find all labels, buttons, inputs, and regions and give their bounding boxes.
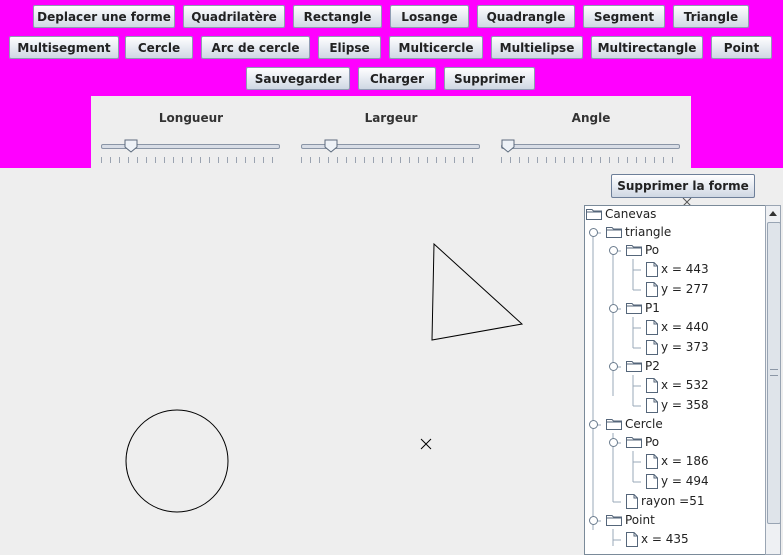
folder-icon [626,361,642,372]
document-icon [646,473,658,489]
document-icon [646,261,658,277]
tree-scrollbar[interactable] [765,205,781,555]
tree-node-canevas[interactable]: Canevas [586,205,656,223]
multicercle-button[interactable]: Multicercle [389,36,483,59]
point-marker [420,438,432,450]
cercle-button[interactable]: Cercle [125,36,193,59]
folder-icon [626,245,642,256]
tree-node-label: P1 [645,301,660,315]
multielipse-button[interactable]: Multielipse [491,36,583,59]
arc-de-cercle-button[interactable]: Arc de cercle [201,36,310,59]
tree-leaf-p0-x[interactable]: x = 443 [646,260,709,278]
expander-p0-icon[interactable] [609,246,618,255]
tree-leaf-p2-y[interactable]: y = 358 [646,396,709,414]
tree-leaf-c0-x[interactable]: x = 186 [646,452,709,470]
multisegment-button[interactable]: Multisegment [9,36,119,59]
tree-node-label: Point [625,513,655,527]
charger-button[interactable]: Charger [358,67,436,90]
tree-node-cercle[interactable]: Cercle [606,415,663,433]
tree-node-label: Canevas [605,207,657,221]
losange-button[interactable]: Losange [390,5,469,28]
folder-icon [586,209,602,220]
document-icon [646,377,658,393]
scroll-up-arrow-icon[interactable] [766,206,780,220]
folder-icon [606,227,622,238]
quadrilatere-button[interactable]: Quadrilatère [183,5,285,28]
folder-icon [606,419,622,430]
tree-leaf-rayon[interactable]: rayon =51 [626,492,704,510]
tree-leaf-label: x = 443 [661,262,709,276]
tree-leaf-p1-x[interactable]: x = 440 [646,318,709,336]
sauvegarder-button[interactable]: Sauvegarder [246,67,350,90]
tree-leaf-label: y = 358 [661,398,709,412]
expander-p1-icon[interactable] [609,304,618,313]
angle-slider[interactable] [501,144,680,149]
folder-icon [606,515,622,526]
deplacer-forme-button[interactable]: Deplacer une forme [33,5,175,28]
tree-node-cercle-p0[interactable]: Po [626,433,659,451]
supprimer-forme-button[interactable]: Supprimer la forme [611,174,755,198]
tree-leaf-p1-y[interactable]: y = 373 [646,338,709,356]
tree-node-point[interactable]: Point [606,511,655,529]
tree-leaf-point-x[interactable]: x = 435 [626,530,689,548]
tree-leaf-label: y = 373 [661,340,709,354]
quadrangle-button[interactable]: Quadrangle [477,5,575,28]
document-icon [646,281,658,297]
tree-leaf-label: x = 186 [661,454,709,468]
tree-node-p1[interactable]: P1 [626,299,660,317]
angle-label: Angle [571,111,611,125]
largeur-slider-thumb[interactable] [324,139,338,153]
largeur-ticks [301,157,479,163]
supprimer-button[interactable]: Supprimer [444,67,535,90]
folder-icon [626,303,642,314]
point-button[interactable]: Point [711,36,772,59]
tree-leaf-label: x = 440 [661,320,709,334]
expander-triangle-icon[interactable] [589,228,598,237]
triangle-shape [431,242,524,341]
tree-leaf-label: rayon =51 [641,494,705,508]
expander-cercle-icon[interactable] [589,420,598,429]
document-icon [646,339,658,355]
expander-point-icon[interactable] [589,516,598,525]
tree-leaf-p2-x[interactable]: x = 532 [646,376,709,394]
expander-p2-icon[interactable] [609,362,618,371]
longueur-label: Longueur [158,111,224,125]
longueur-slider-thumb[interactable] [124,139,138,153]
grip-icon [770,369,778,376]
tree-node-label: triangle [625,225,672,239]
segment-button[interactable]: Segment [583,5,665,28]
tree-node-label: P2 [645,359,660,373]
expander-c0-icon[interactable] [609,438,618,447]
tree-leaf-label: y = 494 [661,474,709,488]
document-icon [646,453,658,469]
slider-panel: Longueur Largeur Angle [91,96,691,168]
tree-node-p2[interactable]: P2 [626,357,660,375]
circle-shape [125,409,229,513]
angle-ticks [501,157,679,163]
tree-node-triangle[interactable]: triangle [606,223,671,241]
elipse-button[interactable]: Elipse [318,36,381,59]
rectangle-button[interactable]: Rectangle [293,5,382,28]
triangle-button[interactable]: Triangle [673,5,749,28]
document-icon [646,319,658,335]
tree-leaf-label: x = 435 [641,532,689,546]
tree-node-label: Cercle [625,417,663,431]
tree-node-p0[interactable]: Po [626,241,659,259]
document-icon [626,493,638,509]
document-icon [646,397,658,413]
tree-leaf-c0-y[interactable]: y = 494 [646,472,709,490]
tree-leaf-label: y = 277 [661,282,709,296]
angle-slider-thumb[interactable] [501,139,515,153]
tree-leaf-label: x = 532 [661,378,709,392]
longueur-ticks [101,157,279,163]
multirectangle-button[interactable]: Multirectangle [591,36,703,59]
scroll-thumb[interactable] [767,222,781,524]
folder-icon [626,437,642,448]
tree-node-label: Po [645,435,660,449]
tree-node-label: Po [645,243,660,257]
document-icon [626,531,638,547]
tree-leaf-p0-y[interactable]: y = 277 [646,280,709,298]
largeur-label: Largeur [364,111,418,125]
